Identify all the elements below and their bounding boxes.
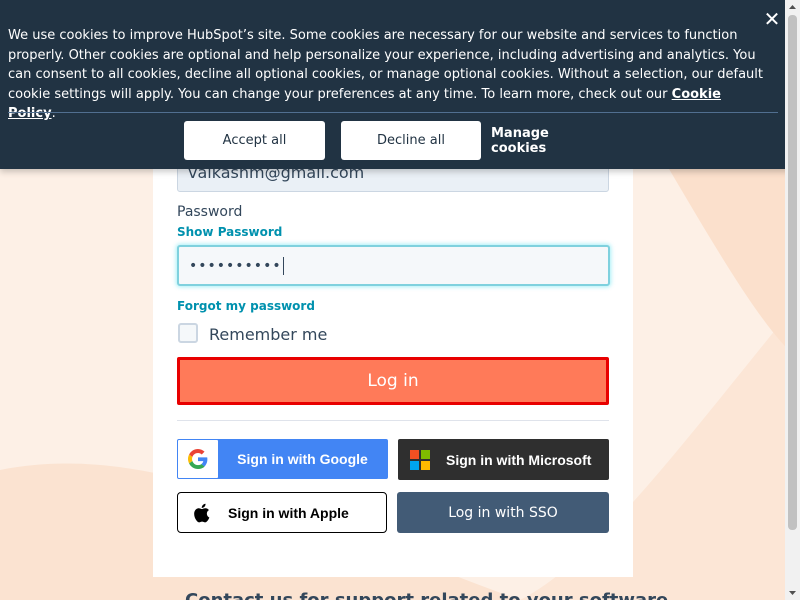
cookie-message-text: We use cookies to improve HubSpot’s site… (8, 28, 764, 102)
google-button-label: Sign in with Google (237, 451, 368, 467)
microsoft-button-label: Sign in with Microsoft (446, 451, 592, 468)
decline-all-label: Decline all (377, 133, 445, 148)
sso-button-label: Log in with SSO (448, 504, 558, 521)
vertical-scrollbar[interactable] (785, 0, 800, 600)
accept-all-label: Accept all (222, 133, 287, 148)
remember-me-checkbox[interactable] (178, 323, 198, 343)
google-signin-button[interactable]: Sign in with Google (177, 439, 388, 479)
scroll-up-arrow-icon[interactable] (785, 0, 800, 15)
google-icon (178, 440, 218, 478)
manage-cookies-label: Manage cookies (491, 125, 549, 156)
forgot-password-link[interactable]: Forgot my password (177, 299, 315, 313)
accept-all-button[interactable]: Accept all (184, 121, 325, 160)
login-button-label: Log in (367, 371, 419, 391)
manage-cookies-button[interactable]: Manage cookies (491, 121, 607, 160)
apple-icon (194, 503, 210, 522)
password-value: •••••••••• (189, 257, 282, 274)
cookie-message-end: . (51, 106, 56, 121)
support-heading: Contact us for support related to your s… (185, 590, 668, 600)
microsoft-icon (410, 449, 430, 470)
login-button[interactable]: Log in (177, 357, 609, 405)
apple-signin-button[interactable]: Sign in with Apple (177, 492, 387, 533)
cookie-message: We use cookies to improve HubSpot’s site… (8, 26, 768, 124)
password-label: Password (177, 204, 243, 220)
show-password-link[interactable]: Show Password (177, 225, 282, 239)
scrollbar-thumb[interactable] (788, 15, 797, 530)
apple-button-label: Sign in with Apple (228, 504, 349, 521)
decline-all-button[interactable]: Decline all (341, 121, 481, 160)
remember-me-label[interactable]: Remember me (209, 325, 327, 344)
password-field[interactable]: •••••••••• (177, 245, 610, 286)
microsoft-signin-button[interactable]: Sign in with Microsoft (398, 439, 609, 480)
cookie-divider (8, 112, 778, 113)
divider (177, 420, 609, 421)
scroll-down-arrow-icon[interactable] (785, 585, 800, 600)
sso-login-button[interactable]: Log in with SSO (397, 492, 609, 533)
text-caret (282, 256, 284, 275)
cookie-banner: ✕ We use cookies to improve HubSpot’s si… (0, 0, 800, 169)
